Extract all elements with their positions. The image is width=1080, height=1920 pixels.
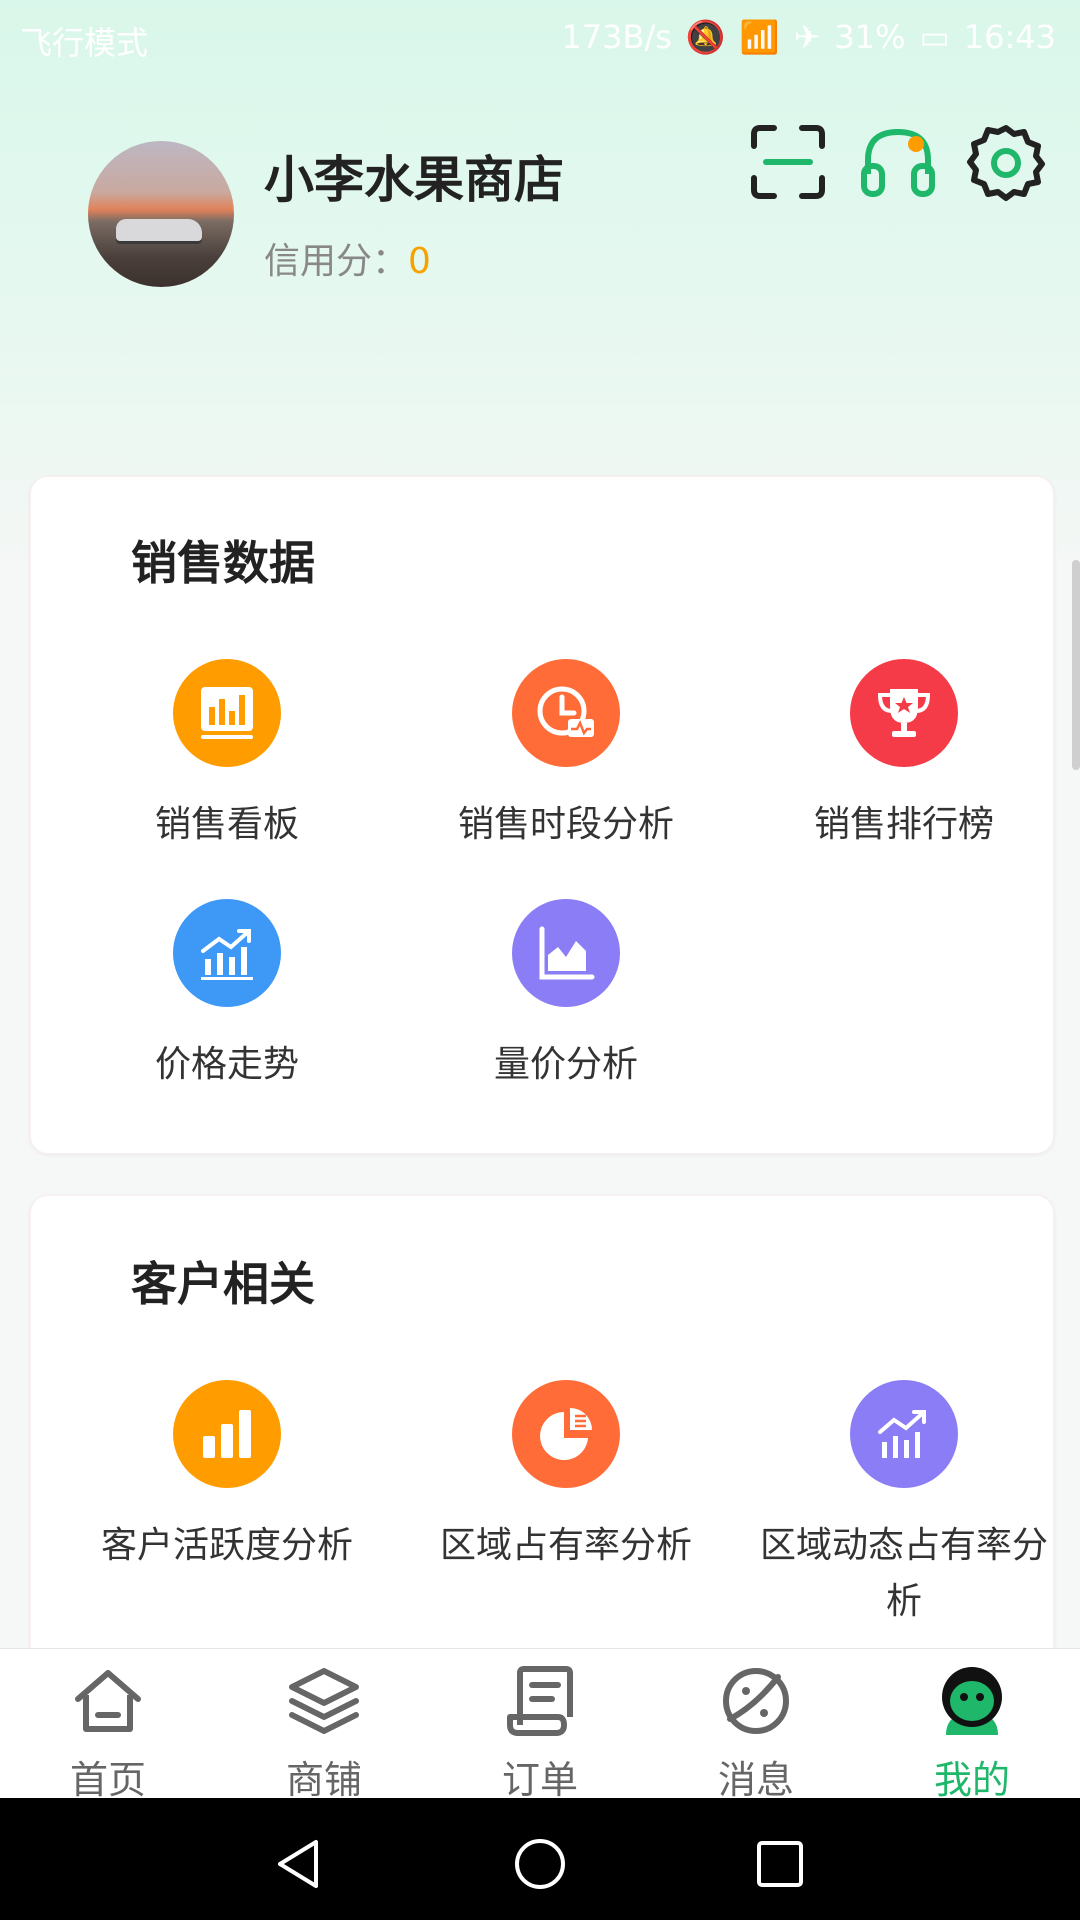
tab-orders[interactable]: 订单 <box>432 1661 648 1804</box>
growth-chart-icon <box>850 1380 958 1488</box>
order-list-icon <box>507 1666 573 1736</box>
dashboard-chart-icon <box>173 659 281 767</box>
trophy-icon <box>850 659 958 767</box>
tab-label: 订单 <box>501 1758 578 1802</box>
trend-chart-icon <box>173 899 281 1007</box>
tab-messages[interactable]: 消息 <box>648 1661 864 1804</box>
credit-value: 0 <box>408 241 431 282</box>
back-icon[interactable] <box>270 1834 330 1894</box>
tab-label: 商铺 <box>285 1758 362 1802</box>
tab-label: 首页 <box>69 1758 146 1802</box>
tile-label: 量价分析 <box>493 1044 638 1085</box>
bottom-tab-bar: 首页 商铺 订单 消息 我的 <box>0 1648 1080 1802</box>
tile-area-dynamic-share[interactable]: 区域动态占有率分析 <box>734 1380 1074 1630</box>
area-chart-icon <box>512 899 620 1007</box>
tile-sales-dashboard[interactable]: 销售看板 <box>57 659 397 853</box>
tab-label: 我的 <box>933 1758 1010 1802</box>
tile-customer-activity[interactable]: 客户活跃度分析 <box>57 1380 397 1574</box>
scan-icon[interactable] <box>748 122 828 202</box>
tile-label: 区域动态占有率分析 <box>759 1525 1048 1622</box>
credit-label: 信用分： <box>264 241 409 282</box>
tile-label: 客户活跃度分析 <box>100 1525 353 1566</box>
tile-label: 价格走势 <box>154 1044 299 1085</box>
home-icon <box>75 1670 141 1732</box>
tile-label: 销售排行榜 <box>813 804 994 845</box>
pie-chart-icon <box>512 1380 620 1488</box>
battery-percent: 31% <box>834 18 906 56</box>
section-title: 客户相关 <box>131 1257 315 1311</box>
home-button-icon[interactable] <box>510 1834 570 1894</box>
airplane-mode-text: 飞行模式 <box>20 24 149 62</box>
tile-sales-time-analysis[interactable]: 销售时段分析 <box>396 659 736 853</box>
clock: 16:43 <box>963 18 1056 56</box>
planet-icon <box>723 1668 789 1734</box>
customer-card: 客户相关 客户活跃度分析 区域占有率分析 区域动态占有率分析 <box>30 1195 1054 1667</box>
section-title: 销售数据 <box>131 536 315 590</box>
battery-icon: ▭ <box>919 18 950 56</box>
credit-score: 信用分：0 <box>264 232 431 284</box>
system-navigation-bar <box>0 1798 1080 1920</box>
shop-name: 小李水果商店 <box>264 151 564 209</box>
tile-label: 销售时段分析 <box>457 804 674 845</box>
airplane-icon: ✈ <box>793 18 821 56</box>
layers-icon <box>289 1668 359 1734</box>
recents-icon[interactable] <box>750 1834 810 1894</box>
bar-chart-icon <box>173 1380 281 1488</box>
mute-icon: 🔕 <box>685 18 726 56</box>
settings-icon[interactable] <box>966 122 1046 202</box>
tile-sales-ranking[interactable]: 销售排行榜 <box>734 659 1074 853</box>
sales-data-card: 销售数据 销售看板 销售时段分析 销售排行榜 价格走势 量价分析 <box>30 476 1054 1154</box>
tile-area-share[interactable]: 区域占有率分析 <box>396 1380 736 1574</box>
avatar[interactable] <box>88 141 234 287</box>
tab-shop[interactable]: 商铺 <box>216 1661 432 1804</box>
status-bar: 飞行模式 173B/s 🔕 📶 ✈ 31% ▭ 16:43 <box>0 0 1080 74</box>
tab-label: 消息 <box>717 1758 794 1802</box>
profile-avatar-icon <box>942 1667 1002 1735</box>
tile-volume-price-analysis[interactable]: 量价分析 <box>396 899 736 1093</box>
network-speed: 173B/s <box>561 18 672 56</box>
wifi-icon: 📶 <box>739 18 780 56</box>
tile-label: 区域占有率分析 <box>439 1525 692 1566</box>
tile-label: 销售看板 <box>154 804 299 845</box>
scrollbar[interactable] <box>1072 560 1080 770</box>
customer-service-icon[interactable] <box>858 122 938 202</box>
tab-home[interactable]: 首页 <box>0 1661 216 1804</box>
clock-chart-icon <box>512 659 620 767</box>
tile-price-trend[interactable]: 价格走势 <box>57 899 397 1093</box>
tab-mine[interactable]: 我的 <box>864 1661 1080 1804</box>
